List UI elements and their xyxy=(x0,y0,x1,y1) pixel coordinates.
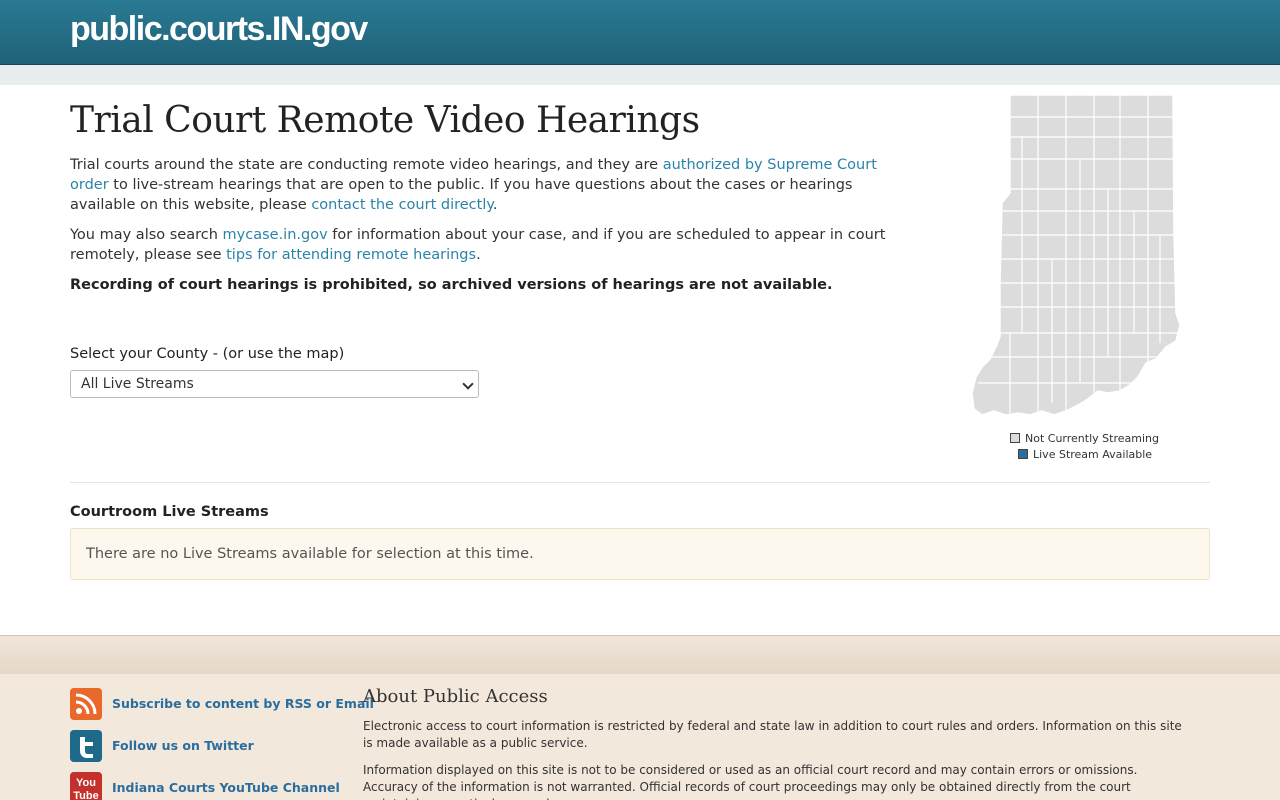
footer-link-rss-label: Subscribe to content by RSS or Email xyxy=(112,696,374,711)
footer-band xyxy=(0,636,1280,674)
indiana-county-map[interactable] xyxy=(970,93,1182,419)
about-heading: About Public Access xyxy=(363,686,548,707)
chevron-down-icon xyxy=(462,378,474,390)
legend-swatch-gray xyxy=(1010,433,1020,443)
page-title: Trial Court Remote Video Hearings xyxy=(70,100,700,141)
search-text-1: You may also search xyxy=(70,227,223,243)
footer-link-twitter-label: Follow us on Twitter xyxy=(112,738,254,753)
youtube-icon: You Tube xyxy=(70,772,102,800)
remote-hearing-tips-link[interactable]: tips for attending remote hearings xyxy=(226,247,476,263)
svg-text:Tube: Tube xyxy=(73,790,98,800)
intro-text-3: . xyxy=(492,197,498,213)
recording-notice: Recording of court hearings is prohibite… xyxy=(70,277,833,293)
courtroom-streams-heading: Courtroom Live Streams xyxy=(70,504,269,520)
search-text-3: . xyxy=(476,247,481,263)
site-footer: Subscribe to content by RSS or Email Fol… xyxy=(0,635,1280,800)
legend-swatch-blue xyxy=(1018,449,1028,459)
site-header: public.courts.IN.gov xyxy=(0,0,1280,65)
intro-paragraph: Trial courts around the state are conduc… xyxy=(70,155,920,215)
site-title-link[interactable]: public.courts.IN.gov xyxy=(70,10,368,49)
rss-icon xyxy=(70,688,102,720)
contact-court-link[interactable]: contact the court directly xyxy=(311,197,493,213)
no-streams-notice: There are no Live Streams available for … xyxy=(70,528,1210,580)
county-select-label: Select your County - (or use the map) xyxy=(70,346,345,362)
search-paragraph: You may also search mycase.in.gov for in… xyxy=(70,225,920,265)
county-select-value: All Live Streams xyxy=(81,376,194,392)
map-state-shape[interactable] xyxy=(971,94,1181,416)
about-paragraph-2: Information displayed on this site is no… xyxy=(363,763,1138,800)
mycase-link[interactable]: mycase.in.gov xyxy=(223,227,328,243)
svg-text:You: You xyxy=(76,777,96,789)
county-select[interactable]: All Live Streams xyxy=(70,370,479,398)
about-paragraph-1: Electronic access to court information i… xyxy=(363,719,1182,750)
intro-text-1: Trial courts around the state are conduc… xyxy=(70,157,663,173)
legend-not-streaming: Not Currently Streaming xyxy=(1010,432,1159,445)
legend-live-stream: Live Stream Available xyxy=(1018,448,1152,461)
twitter-icon xyxy=(70,730,102,762)
header-subbar xyxy=(0,65,1280,85)
legend-not-streaming-label: Not Currently Streaming xyxy=(1025,432,1159,445)
footer-link-youtube-label: Indiana Courts YouTube Channel xyxy=(112,780,340,795)
legend-live-stream-label: Live Stream Available xyxy=(1033,448,1153,461)
section-divider xyxy=(70,482,1210,483)
